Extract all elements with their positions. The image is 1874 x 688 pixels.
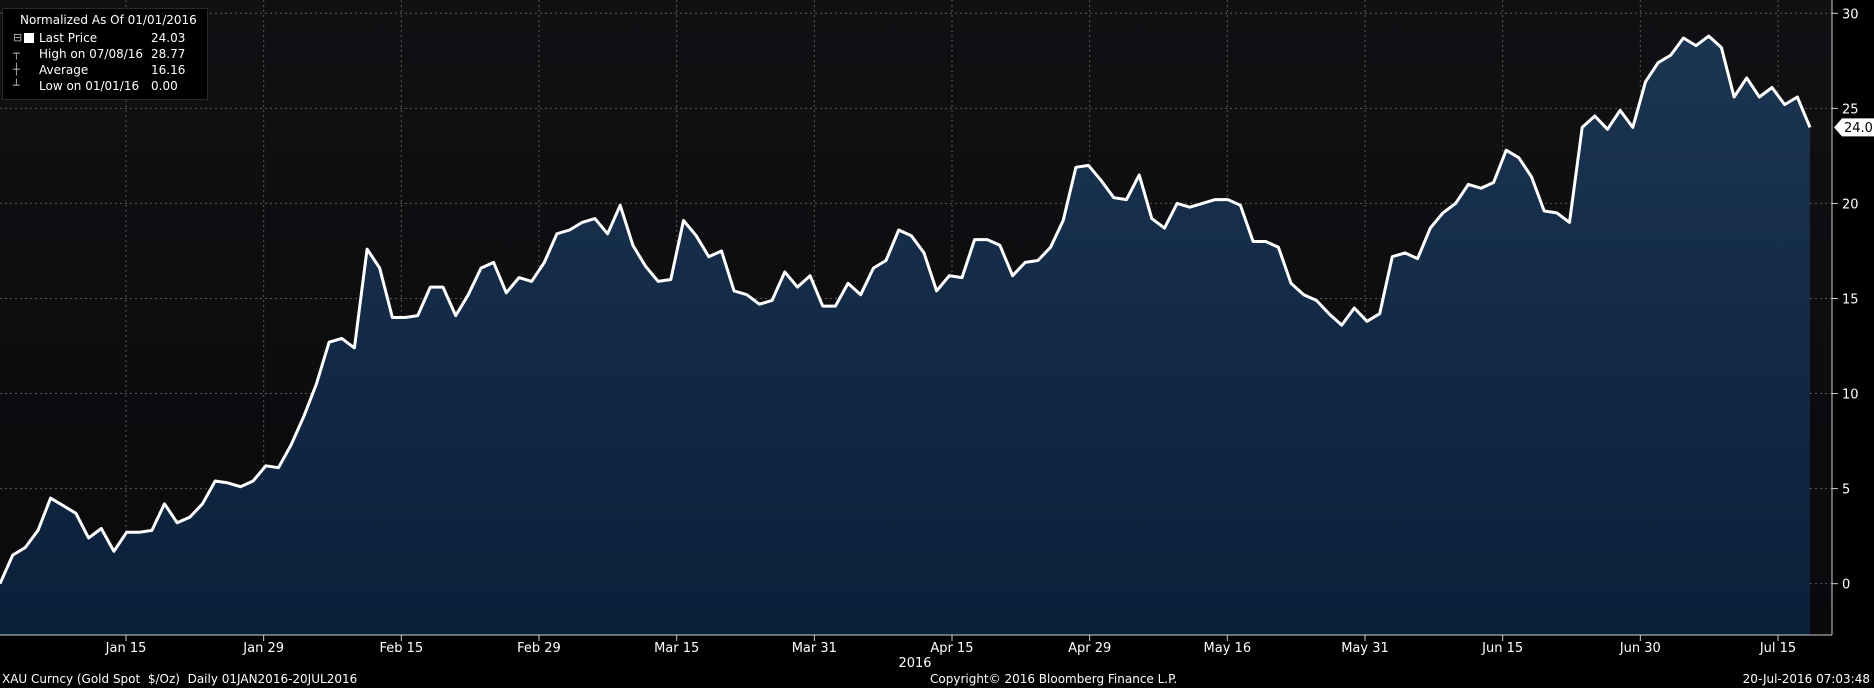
average-marker-icon: ┼ [13, 63, 20, 76]
x-tick-label: Apr 29 [1068, 641, 1111, 656]
last-value-label: 24.03 [1844, 121, 1874, 136]
last-value-tag: 24.03 [1834, 118, 1874, 137]
copyright-text: Copyright© 2016 Bloomberg Finance L.P. [930, 672, 1178, 686]
legend-row-average: ┼ Average 16.16 [3, 62, 207, 78]
high-marker-icon: ┬ [13, 47, 20, 60]
last-price-swatch [24, 33, 34, 43]
x-tick-label: Jul 15 [1759, 641, 1796, 656]
legend-label-last-price: Last Price [39, 31, 98, 45]
y-axis: 0 5 10 15 20 25 30 [1832, 7, 1859, 593]
legend-row-low: ┴ Low on 01/01/16 0.00 [3, 78, 207, 94]
x-tick-label: May 16 [1204, 641, 1252, 656]
x-tick-label: Jun 15 [1481, 641, 1523, 656]
y-tick-label: 20 [1842, 197, 1859, 212]
y-tick-label: 15 [1842, 292, 1859, 307]
x-tick-label: Jun 30 [1619, 641, 1661, 656]
y-tick-label: 0 [1842, 578, 1850, 593]
x-tick-label: Jan 15 [105, 641, 147, 656]
x-tick-label: Jan 29 [242, 641, 284, 656]
x-tick-label: Mar 31 [792, 641, 837, 656]
y-tick-label: 25 [1842, 102, 1859, 117]
legend: Normalized As Of 01/01/2016 ⊟ Last Price… [2, 8, 208, 100]
legend-value-average: 16.16 [151, 63, 186, 77]
legend-row-high: ┬ High on 07/08/16 28.77 [3, 46, 207, 62]
x-tick-label: Feb 15 [379, 641, 423, 656]
legend-title: Normalized As Of 01/01/2016 [20, 13, 197, 27]
legend-label-low: Low on 01/01/16 [39, 79, 140, 93]
x-tick-label: Feb 29 [517, 641, 561, 656]
security-description: XAU Curncy (Gold Spot $/Oz) Daily 01JAN2… [2, 672, 358, 686]
x-tick-label: May 31 [1341, 641, 1389, 656]
x-axis-year-label: 2016 [898, 656, 931, 671]
legend-label-average: Average [39, 63, 89, 77]
x-axis: Jan 15 Jan 29 Feb 15 Feb 29 Mar 15 Mar 31 Apr … [105, 635, 1796, 656]
chart: 0 5 10 15 20 25 30 Jan 15 Jan 29 Feb 15 Feb 29 Mar… [0, 0, 1874, 671]
x-tick-label: Apr 15 [930, 641, 973, 656]
legend-value-last-price: 24.03 [151, 31, 186, 45]
legend-value-low: 0.00 [151, 79, 178, 93]
low-marker-icon: ┴ [13, 79, 20, 92]
legend-row-last-price: ⊟ Last Price 24.03 [3, 30, 207, 46]
timestamp: 20-Jul-2016 07:03:48 [1742, 672, 1870, 686]
legend-label-high: High on 07/08/16 [39, 47, 144, 61]
legend-value-high: 28.77 [151, 47, 186, 61]
x-tick-label: Mar 15 [654, 641, 699, 656]
y-tick-label: 30 [1842, 7, 1859, 22]
y-tick-label: 5 [1842, 483, 1850, 498]
y-tick-label: 10 [1842, 388, 1859, 403]
